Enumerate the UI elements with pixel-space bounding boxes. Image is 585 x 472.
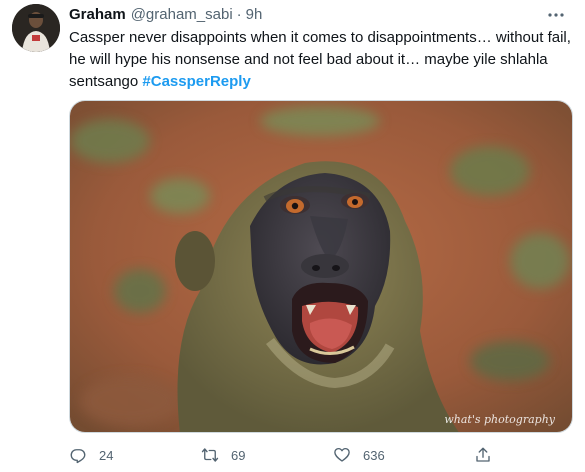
avatar[interactable]: [12, 4, 60, 52]
tweet-card[interactable]: Graham @graham_sabi · 9h Cassper never d…: [0, 0, 585, 472]
retweet-icon: [201, 448, 219, 462]
baboon-photo: what's photography: [70, 101, 572, 432]
like-count: 636: [363, 447, 385, 463]
author-name[interactable]: Graham: [69, 6, 126, 23]
author-handle[interactable]: @graham_sabi: [131, 6, 233, 23]
tweet-header: Graham @graham_sabi · 9h: [69, 6, 262, 23]
retweet-button[interactable]: 69: [201, 443, 245, 467]
reply-count: 24: [99, 447, 114, 463]
share-icon: [476, 447, 490, 462]
tweet-text: Cassper never disappoints when it comes …: [69, 27, 574, 93]
header-separator: ·: [236, 6, 242, 23]
avatar-image: [12, 4, 60, 52]
more-options-button[interactable]: [545, 6, 567, 24]
reply-button[interactable]: 24: [69, 443, 113, 467]
tweet-actions: 24 69 636: [69, 443, 573, 467]
share-button[interactable]: [474, 443, 492, 467]
heart-icon: [334, 447, 350, 462]
like-button[interactable]: 636: [333, 443, 385, 467]
more-dots-icon: [548, 13, 564, 17]
photo-watermark: what's photography: [444, 413, 555, 426]
reply-icon: [70, 449, 86, 464]
tweet-media-photo[interactable]: what's photography: [69, 100, 573, 433]
hashtag-link[interactable]: #CassperReply: [142, 73, 250, 90]
retweet-count: 69: [231, 447, 246, 463]
tweet-timestamp[interactable]: 9h: [246, 6, 263, 23]
